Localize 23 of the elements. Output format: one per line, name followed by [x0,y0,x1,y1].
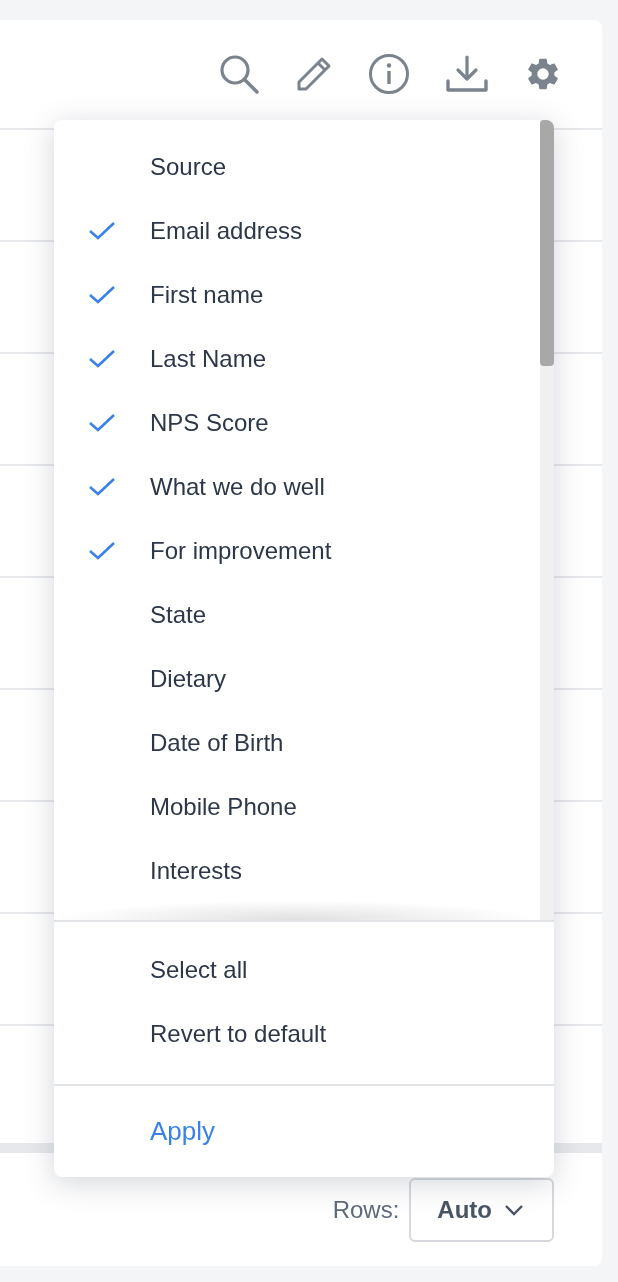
menu-item[interactable]: Last Name [150,345,267,373]
menu-item[interactable]: Date of Birth [150,729,284,757]
menu-item[interactable]: First name [150,281,264,309]
scrollbar-thumb[interactable] [540,120,554,366]
menu-item[interactable]: What we do well [150,473,325,501]
chevron-icon [504,1203,524,1216]
pencil-icon[interactable] [296,56,332,92]
download-icon[interactable] [446,55,488,93]
menu-action[interactable]: Revert to default [150,1020,327,1048]
menu-item[interactable]: NPS Score [150,409,269,437]
menu-item[interactable]: Mobile Phone [150,793,297,821]
menu-item[interactable]: State [150,601,207,629]
menu-item[interactable]: Source [150,153,227,181]
menu-item[interactable]: Interests [150,857,243,885]
menu-item[interactable]: Dietary [150,665,227,693]
menu-action[interactable]: Select all [150,956,248,984]
rows-dropdown[interactable]: Auto [409,1177,554,1242]
search-icon[interactable] [218,53,260,95]
rows-label: Rows: [332,1195,400,1224]
apply-button[interactable]: Apply [150,1116,216,1147]
info-icon[interactable] [368,53,410,95]
menu-item[interactable]: For improvement [150,537,332,565]
menu-item[interactable]: Email address [150,217,303,245]
